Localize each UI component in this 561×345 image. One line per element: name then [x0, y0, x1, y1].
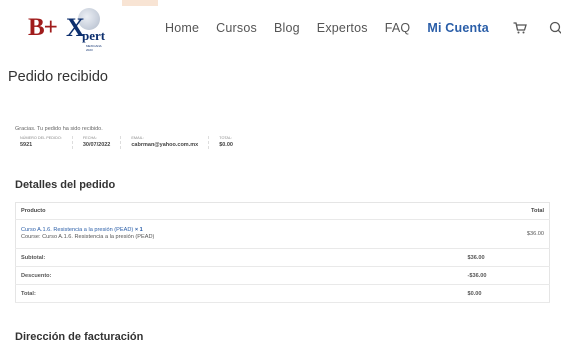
summary-empty-cell — [507, 249, 549, 267]
summary-empty-cell — [507, 267, 549, 285]
table-header-row: Producto Total — [15, 203, 550, 220]
nav-blog[interactable]: Blog — [274, 21, 300, 35]
column-header-total: Total — [531, 208, 544, 214]
summary-label: Descuento: — [21, 272, 52, 279]
order-item-quantity: × 1 — [134, 227, 143, 233]
overview-value: $0.00 — [219, 142, 233, 148]
overview-date: Fecha: 30/07/2022 — [83, 136, 122, 149]
overview-order-number: Número del pedido: 5921 — [20, 136, 73, 149]
nav-cursos[interactable]: Cursos — [216, 21, 257, 35]
nav-mi-cuenta[interactable]: Mi Cuenta — [427, 21, 489, 35]
summary-value: -$36.00 — [467, 272, 487, 279]
order-item-line: Curso A.1.6. Resistencia a la presión (P… — [21, 227, 502, 234]
order-item-total: $36.00 — [526, 231, 544, 237]
cart-icon[interactable] — [513, 22, 527, 34]
table-row: Subtotal: $36.00 — [15, 249, 550, 267]
table-row: Curso A.1.6. Resistencia a la presión (P… — [15, 220, 550, 249]
logo-pert: pert — [82, 28, 106, 43]
nav-faq[interactable]: FAQ — [385, 21, 411, 35]
overview-email: Email: cabrman@yahoo.com.mx — [131, 136, 210, 149]
billing-address-title: Dirección de facturación — [15, 331, 144, 343]
order-details-table: Producto Total Curso A.1.6. Resistencia … — [15, 202, 550, 303]
nav-home[interactable]: Home — [165, 21, 199, 35]
order-overview: Número del pedido: 5921 Fecha: 30/07/202… — [20, 136, 253, 149]
logo-tagline: MEXICANA 2023 — [86, 44, 102, 52]
page-title: Pedido recibido — [8, 69, 108, 85]
column-header-spacer — [463, 203, 508, 220]
order-item-link[interactable]: Curso A.1.6. Resistencia a la presión (P… — [21, 227, 133, 233]
order-item-meta: Course: Curso A.1.6. Resistencia a la pr… — [21, 234, 155, 240]
summary-value: $36.00 — [467, 254, 485, 261]
overview-value: 30/07/2022 — [82, 142, 111, 148]
summary-empty-cell — [507, 285, 549, 303]
summary-label: Total: — [21, 290, 36, 297]
order-details-title: Detalles del pedido — [15, 179, 116, 191]
table-row: Total: $0.00 — [15, 285, 550, 303]
overview-total: Total: $0.00 — [219, 136, 243, 149]
overview-value: cabrman@yahoo.com.mx — [131, 142, 199, 148]
summary-label: Subtotal: — [21, 254, 46, 261]
thanks-message: Gracias. Tu pedido ha sido recibido. — [15, 126, 103, 132]
header-accent — [122, 0, 158, 6]
summary-value: $0.00 — [467, 290, 482, 297]
main-nav: Home Cursos Blog Expertos FAQ Mi Cuenta — [165, 20, 506, 36]
column-header-product: Producto — [21, 208, 46, 214]
overview-value: 5921 — [20, 142, 33, 148]
nav-expertos[interactable]: Expertos — [317, 21, 368, 35]
order-item-cell: Curso A.1.6. Resistencia a la presión (P… — [16, 220, 508, 249]
site-header: B+ X pert MEXICANA 2023 Home Cursos Blog… — [0, 0, 561, 58]
search-icon[interactable] — [549, 21, 561, 35]
table-row: Descuento: -$36.00 — [15, 267, 550, 285]
logo-b: B+ — [28, 14, 58, 41]
site-logo[interactable]: B+ X pert MEXICANA 2023 — [28, 8, 108, 52]
